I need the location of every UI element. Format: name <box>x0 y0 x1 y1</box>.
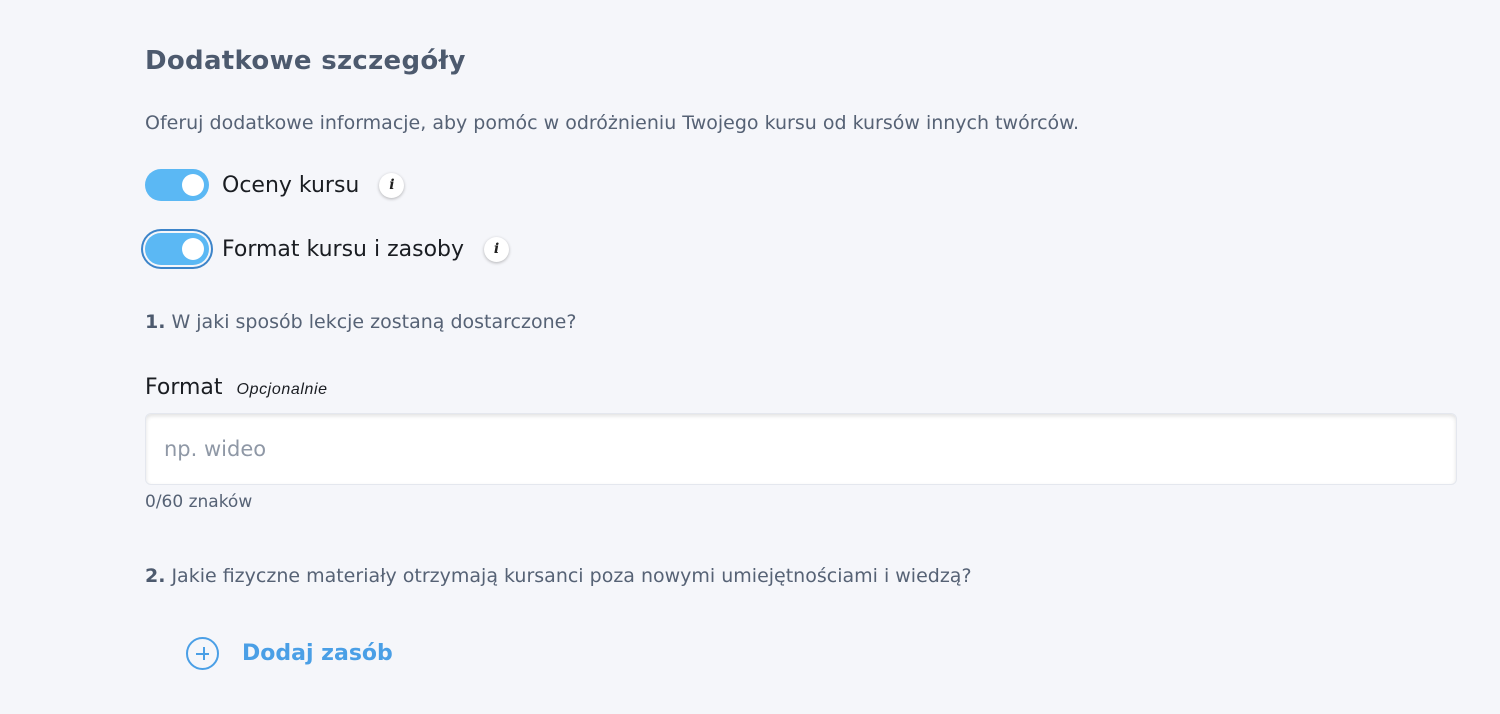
toggle-row-course-format: Format kursu i zasoby i <box>145 229 510 269</box>
format-field-label: Format Opcjonalnie <box>145 375 328 400</box>
toggle-row-course-ratings: Oceny kursu i <box>145 165 405 205</box>
question-number: 1. <box>145 311 166 333</box>
add-resource-button[interactable]: Dodaj zasób <box>186 636 393 670</box>
section-title: Dodatkowe szczegóły <box>145 46 466 76</box>
course-ratings-toggle[interactable] <box>145 169 209 201</box>
question-number: 2. <box>145 565 166 587</box>
toggle-knob <box>182 238 204 260</box>
course-ratings-label: Oceny kursu <box>222 172 360 198</box>
additional-details-page: Dodatkowe szczegóły Oferuj dodatkowe inf… <box>0 0 1500 714</box>
character-counter: 0/60 znaków <box>145 492 253 512</box>
format-label: Format <box>145 375 223 400</box>
course-format-label: Format kursu i zasoby <box>222 236 465 262</box>
info-icon[interactable]: i <box>379 172 405 198</box>
format-input[interactable] <box>145 413 1457 485</box>
plus-circle-icon <box>186 636 219 670</box>
question-lesson-delivery: 1. W jaki sposób lekcje zostaną dostarczo… <box>145 311 576 333</box>
toggle-knob <box>182 174 204 196</box>
optional-tag: Opcjonalnie <box>236 381 328 398</box>
question-physical-materials: 2. Jakie fizyczne materiały otrzymają kur… <box>145 565 972 587</box>
question-text: Jakie fizyczne materiały otrzymają kursa… <box>171 565 972 587</box>
section-description: Oferuj dodatkowe informacje, aby pomóc w… <box>145 112 1079 134</box>
question-text: W jaki sposób lekcje zostaną dostarczone… <box>171 311 577 333</box>
course-format-toggle[interactable] <box>145 233 209 265</box>
info-icon[interactable]: i <box>484 236 510 262</box>
add-resource-label: Dodaj zasób <box>242 640 393 666</box>
